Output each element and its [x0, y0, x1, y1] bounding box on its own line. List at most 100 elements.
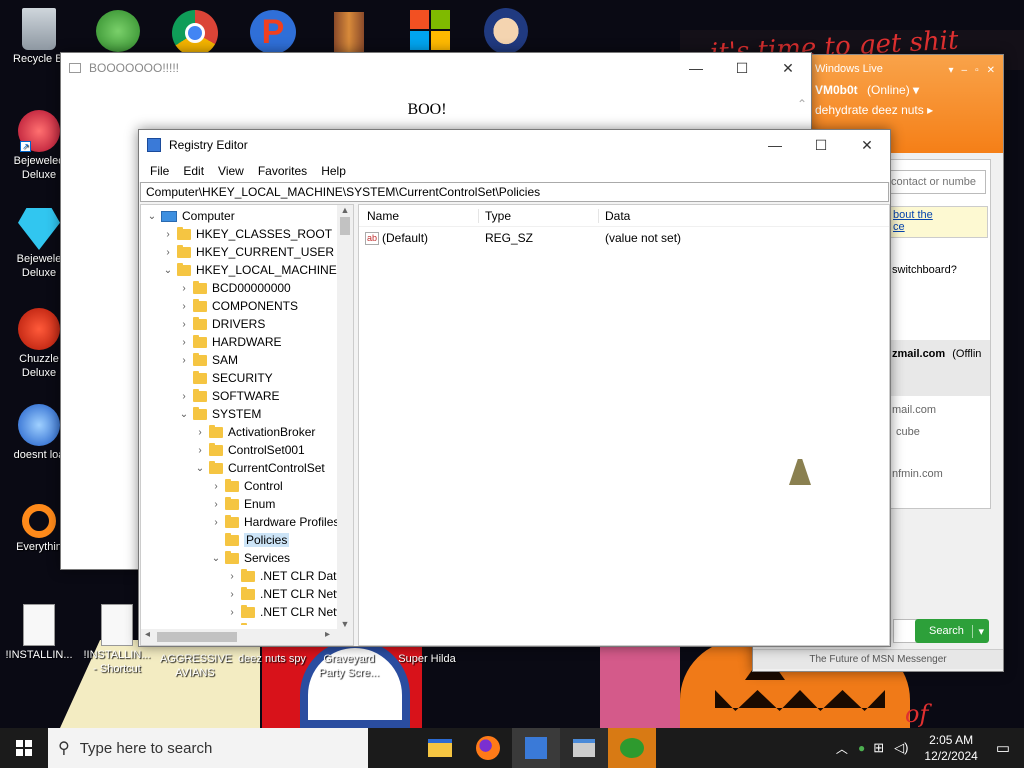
tree-node[interactable]: › Control: [141, 477, 283, 495]
tree-node[interactable]: › .NET CLR Netw: [141, 603, 337, 621]
taskbar-msn[interactable]: [608, 728, 656, 768]
volume-icon[interactable]: ◁): [888, 740, 914, 756]
menu-file[interactable]: File: [143, 164, 176, 178]
value-row[interactable]: ab (Default) REG_SZ (value not set): [359, 227, 889, 249]
column-header-data[interactable]: Data: [599, 209, 630, 223]
menu-favorites[interactable]: Favorites: [251, 164, 314, 178]
chevron-down-icon[interactable]: ⌄: [177, 409, 191, 420]
menu-view[interactable]: View: [211, 164, 251, 178]
character-icon[interactable]: [484, 8, 528, 54]
chevron-right-icon[interactable]: ›: [225, 589, 239, 600]
chevron-right-icon[interactable]: ›: [209, 517, 223, 528]
chevron-right-icon[interactable]: ›: [209, 481, 223, 492]
chevron-right-icon[interactable]: ›: [225, 625, 239, 626]
column-header-name[interactable]: Name: [359, 208, 479, 223]
taskbar-file-explorer[interactable]: [416, 728, 464, 768]
chevron-right-icon[interactable]: ›: [209, 499, 223, 510]
tray-overflow-icon[interactable]: ︿: [830, 740, 854, 757]
msn-info-link[interactable]: bout the: [893, 209, 983, 221]
boo-maximize-button[interactable]: ☐: [719, 53, 765, 83]
column-header-type[interactable]: Type: [479, 208, 599, 223]
chevron-right-icon[interactable]: ›: [193, 445, 207, 456]
tree-node[interactable]: › HARDWARE: [141, 333, 282, 351]
msn-contact-item[interactable]: cube: [896, 426, 920, 438]
desktop-icon-installing[interactable]: !INSTALLIN...: [4, 604, 74, 662]
taskbar-search-box[interactable]: ⚲ Type here to search: [48, 728, 368, 768]
tree-vertical-scrollbar[interactable]: ▲ ▼: [337, 205, 353, 629]
boo-close-button[interactable]: ✕: [765, 53, 811, 83]
tree-node[interactable]: › SAM: [141, 351, 238, 369]
chrome-icon[interactable]: [172, 10, 218, 56]
tray-msn-icon[interactable]: ●: [854, 741, 869, 755]
notification-center-icon[interactable]: ▭: [988, 739, 1024, 757]
scroll-up-icon[interactable]: ▲: [337, 205, 353, 215]
people-app-icon[interactable]: [96, 10, 140, 52]
tree-horizontal-scrollbar[interactable]: ◂ ▸: [141, 629, 353, 645]
tree-node[interactable]: › ActivationBroker: [141, 423, 315, 441]
chevron-down-icon[interactable]: ⌄: [161, 265, 175, 276]
boo-titlebar[interactable]: BOOOOOOO!!!!! — ☐ ✕: [61, 53, 811, 83]
tree-node[interactable]: › .NET CLR Data: [141, 567, 337, 585]
start-button[interactable]: [0, 728, 48, 768]
menu-edit[interactable]: Edit: [176, 164, 211, 178]
boo-minimize-button[interactable]: —: [673, 53, 719, 83]
tree-node[interactable]: SECURITY: [141, 369, 273, 387]
desktop-icon-aggressive-avians[interactable]: AGGRESSIVE AVIANS: [160, 652, 232, 680]
tree-node[interactable]: › Hardware Profiles: [141, 513, 337, 531]
h-scrollbar-thumb[interactable]: [157, 632, 237, 642]
taskbar-regedit[interactable]: [512, 728, 560, 768]
scroll-right-icon[interactable]: ▸: [325, 629, 330, 640]
tree-node[interactable]: › Enum: [141, 495, 275, 513]
chevron-right-icon[interactable]: ›: [177, 391, 191, 402]
chevron-right-icon[interactable]: ›: [161, 247, 175, 258]
tree-node[interactable]: › BCD00000000: [141, 279, 291, 297]
msn-close-button[interactable]: ✕: [987, 65, 995, 76]
msn-search-dropdown-icon[interactable]: ▾: [972, 624, 989, 638]
tree-node[interactable]: › SOFTWARE: [141, 387, 280, 405]
tree-node[interactable]: ⌄ Computer: [141, 207, 235, 225]
windows-store-icon[interactable]: [410, 10, 450, 50]
msn-search-button[interactable]: Search ▾: [915, 619, 989, 643]
chevron-right-icon[interactable]: ›: [225, 607, 239, 618]
chevron-right-icon[interactable]: ›: [177, 319, 191, 330]
address-bar[interactable]: Computer\HKEY_LOCAL_MACHINE\SYSTEM\Curre…: [140, 182, 889, 202]
winrar-icon[interactable]: [334, 12, 364, 54]
network-icon[interactable]: ⊞: [869, 740, 888, 756]
desktop-icon-deez-nuts-spy[interactable]: deez nuts spy: [232, 652, 312, 666]
clock[interactable]: 2:05 AM 12/2/2024: [914, 732, 987, 764]
tree-node[interactable]: › ControlSet001: [141, 441, 305, 459]
chevron-right-icon[interactable]: ›: [225, 571, 239, 582]
msn-contact-item[interactable]: nfmin.com: [892, 468, 943, 480]
desktop-icon-super-hilda[interactable]: Super Hilda: [392, 652, 462, 666]
boo-scroll-up-icon[interactable]: ⌃: [797, 97, 807, 111]
chevron-down-icon[interactable]: ⌄: [209, 553, 223, 564]
desktop-icon-graveyard-party[interactable]: Graveyard Party Scre...: [314, 652, 384, 680]
regedit-titlebar[interactable]: Registry Editor — ☐ ✕: [139, 130, 890, 160]
tree-node[interactable]: ⌄ CurrentControlSet: [141, 459, 325, 477]
menu-help[interactable]: Help: [314, 164, 353, 178]
tree-node[interactable]: › HKEY_CURRENT_USER: [141, 243, 334, 261]
regedit-close-button[interactable]: ✕: [844, 130, 890, 160]
tree-node[interactable]: › HKEY_CLASSES_ROOT: [141, 225, 332, 243]
scroll-left-icon[interactable]: ◂: [145, 629, 150, 640]
msn-menu-icon[interactable]: ▾: [948, 65, 953, 76]
msn-maximize-button[interactable]: ▫: [975, 65, 979, 76]
msn-user-line[interactable]: VM0b0t (Online) ▾: [815, 83, 995, 97]
chevron-right-icon[interactable]: ›: [177, 301, 191, 312]
regedit-minimize-button[interactable]: —: [752, 130, 798, 160]
tree-node[interactable]: › DRIVERS: [141, 315, 265, 333]
tree-node[interactable]: ⌄ SYSTEM: [141, 405, 261, 423]
scroll-down-icon[interactable]: ▼: [337, 619, 353, 629]
tree-node[interactable]: › COMPONENTS: [141, 297, 298, 315]
msn-search-input[interactable]: [886, 170, 986, 194]
chevron-right-icon[interactable]: ›: [177, 283, 191, 294]
msn-contact-item[interactable]: mail.com: [892, 404, 936, 416]
tree-node[interactable]: ⌄ HKEY_LOCAL_MACHINE: [141, 261, 337, 279]
p-app-icon[interactable]: P: [250, 10, 296, 54]
tree-node[interactable]: ⌄ Services: [141, 549, 290, 567]
chevron-right-icon[interactable]: ›: [161, 229, 175, 240]
chevron-right-icon[interactable]: ›: [177, 337, 191, 348]
msn-personal-message[interactable]: dehydrate deez nuts ▸: [815, 103, 995, 117]
tree-node[interactable]: › .NET CLR Netw: [141, 585, 337, 603]
scrollbar-thumb[interactable]: [340, 217, 350, 235]
